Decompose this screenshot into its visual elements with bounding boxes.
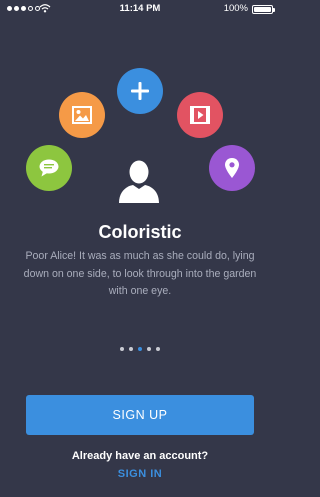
- add-button[interactable]: [117, 68, 163, 114]
- battery-percentage: 100%: [223, 3, 248, 14]
- location-pin-icon: [225, 158, 239, 178]
- page-dot-active[interactable]: [138, 347, 142, 351]
- page-dot[interactable]: [156, 347, 160, 351]
- location-button[interactable]: [209, 145, 255, 191]
- chat-button[interactable]: [26, 145, 72, 191]
- chat-icon: [39, 159, 59, 177]
- signin-link[interactable]: SIGN IN: [0, 468, 280, 480]
- user-avatar-icon: [119, 160, 159, 203]
- page-dot[interactable]: [129, 347, 133, 351]
- video-button[interactable]: [177, 92, 223, 138]
- video-icon: [190, 106, 210, 124]
- plus-icon: [131, 82, 149, 100]
- page-dot[interactable]: [147, 347, 151, 351]
- page-indicator: [0, 347, 280, 351]
- status-bar: 11:14 PM 100%: [0, 0, 280, 18]
- description-text: Poor Alice! It was as much as she could …: [23, 250, 257, 297]
- battery-icon: [252, 5, 275, 14]
- signup-button[interactable]: SIGN UP: [26, 395, 254, 435]
- image-icon: [72, 106, 92, 124]
- image-button[interactable]: [59, 92, 105, 138]
- page-dot[interactable]: [120, 347, 124, 351]
- page-title: Coloristic: [98, 222, 182, 242]
- account-prompt: Already have an account?: [71, 450, 209, 462]
